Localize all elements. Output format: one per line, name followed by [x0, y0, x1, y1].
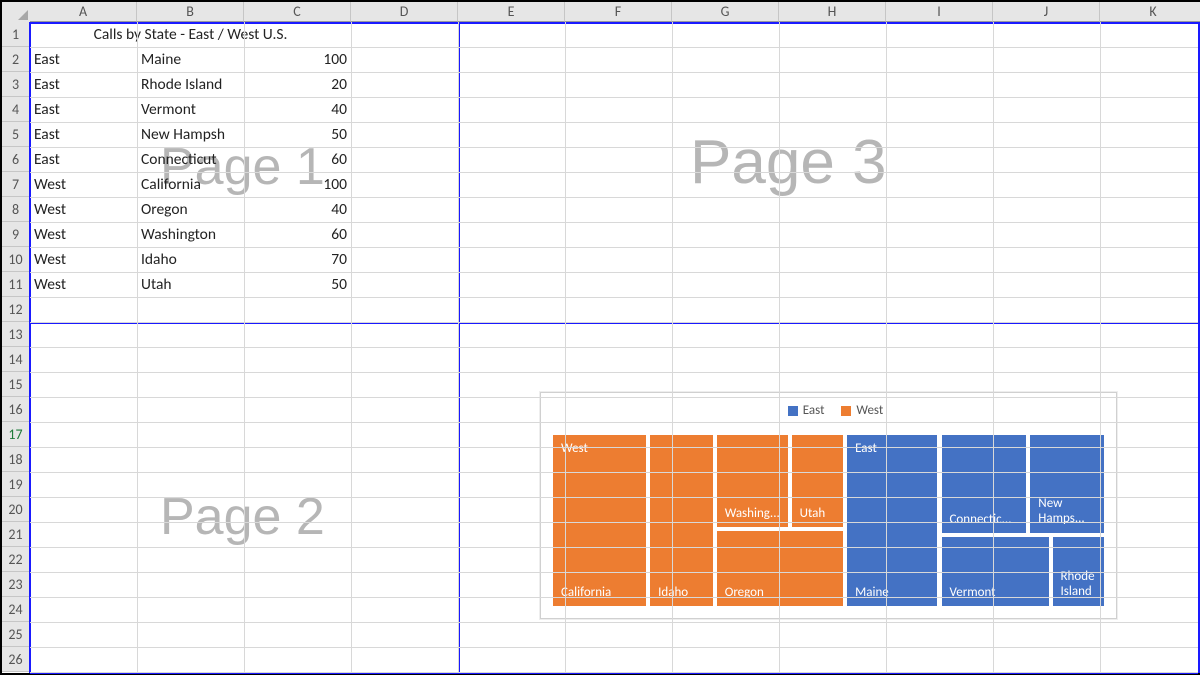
row-header-3[interactable]: 3: [2, 72, 30, 97]
row-header-17[interactable]: 17: [2, 422, 30, 447]
row-header-21[interactable]: 21: [2, 522, 30, 547]
row-header-5[interactable]: 5: [2, 122, 30, 147]
cell-r4-c2[interactable]: 40: [244, 97, 351, 122]
watermark-page2: Page 2: [160, 487, 325, 547]
tile-label-utah: Utah: [800, 506, 826, 521]
cell-r8-c2[interactable]: 40: [244, 197, 351, 222]
tile-connecticut[interactable]: Connectic...: [940, 433, 1029, 535]
legend-label-east: East: [803, 403, 825, 418]
row-header-15[interactable]: 15: [2, 372, 30, 397]
col-header-E[interactable]: E: [458, 2, 565, 22]
tile-label-connecticut: Connectic...: [950, 512, 1021, 527]
row-header-12[interactable]: 12: [2, 297, 30, 322]
row-header-26[interactable]: 26: [2, 647, 30, 672]
row-header-16[interactable]: 16: [2, 397, 30, 422]
row-header-6[interactable]: 6: [2, 147, 30, 172]
cell-r3-c1[interactable]: Rhode Island: [137, 72, 244, 97]
row-header-25[interactable]: 25: [2, 622, 30, 647]
col-header-J[interactable]: J: [993, 2, 1100, 22]
row-header-14[interactable]: 14: [2, 347, 30, 372]
col-header-I[interactable]: I: [886, 2, 993, 22]
cell-r11-c1[interactable]: Utah: [137, 272, 244, 297]
col-header-G[interactable]: G: [672, 2, 779, 22]
chart-legend: East West: [541, 403, 1116, 418]
tile-maine[interactable]: East Maine: [845, 433, 939, 608]
legend-swatch-east: [788, 406, 798, 416]
cell-r5-c1[interactable]: New Hampsh: [137, 122, 244, 147]
watermark-page3: Page 3: [690, 127, 887, 198]
row-header-23[interactable]: 23: [2, 572, 30, 597]
cell-r5-c2[interactable]: 50: [244, 122, 351, 147]
row-header-2[interactable]: 2: [2, 47, 30, 72]
col-header-H[interactable]: H: [779, 2, 886, 22]
cell-r9-c2[interactable]: 60: [244, 222, 351, 247]
cell-r10-c2[interactable]: 70: [244, 247, 351, 272]
row-header-19[interactable]: 19: [2, 472, 30, 497]
treemap-area: West California Idaho Washing... Utah Or…: [551, 433, 1106, 608]
tile-newhamp[interactable]: New Hamps...: [1028, 433, 1106, 535]
legend-label-west: West: [856, 403, 883, 418]
cell-r7-c0[interactable]: West: [30, 172, 137, 197]
cell-r9-c0[interactable]: West: [30, 222, 137, 247]
col-header-A[interactable]: A: [30, 2, 137, 22]
cell-r2-c1[interactable]: Maine: [137, 47, 244, 72]
legend-swatch-west: [841, 406, 851, 416]
cell-r2-c2[interactable]: 100: [244, 47, 351, 72]
row-header-9[interactable]: 9: [2, 222, 30, 247]
row-header-13[interactable]: 13: [2, 322, 30, 347]
cell-r11-c2[interactable]: 50: [244, 272, 351, 297]
col-header-K[interactable]: K: [1100, 2, 1200, 22]
row-header-20[interactable]: 20: [2, 497, 30, 522]
col-header-C[interactable]: C: [244, 2, 351, 22]
row-header-7[interactable]: 7: [2, 172, 30, 197]
row-header-1[interactable]: 1: [2, 22, 30, 47]
row-header-22[interactable]: 22: [2, 547, 30, 572]
cell-r10-c0[interactable]: West: [30, 247, 137, 272]
cell-r10-c1[interactable]: Idaho: [137, 247, 244, 272]
cell-r7-c1[interactable]: California: [137, 172, 244, 197]
treemap-chart[interactable]: East West West California Idaho Washing.…: [540, 392, 1117, 619]
cell-r2-c0[interactable]: East: [30, 47, 137, 72]
row-header-11[interactable]: 11: [2, 272, 30, 297]
col-header-B[interactable]: B: [137, 2, 244, 22]
cell-r3-c0[interactable]: East: [30, 72, 137, 97]
tile-label-rhode: Rhode Island: [1061, 570, 1099, 600]
tile-group-east: East: [855, 441, 877, 456]
row-header-10[interactable]: 10: [2, 247, 30, 272]
cell-r6-c0[interactable]: East: [30, 147, 137, 172]
col-header-F[interactable]: F: [565, 2, 672, 22]
spreadsheet-grid[interactable]: ABCDEFGHIJK 1234567891011121314151617181…: [2, 2, 1198, 673]
cell-r6-c1[interactable]: Connecticut: [137, 147, 244, 172]
cell-r4-c1[interactable]: Vermont: [137, 97, 244, 122]
cell-r8-c1[interactable]: Oregon: [137, 197, 244, 222]
row-header-8[interactable]: 8: [2, 197, 30, 222]
cell-r8-c0[interactable]: West: [30, 197, 137, 222]
cell-r3-c2[interactable]: 20: [244, 72, 351, 97]
cell-r7-c2[interactable]: 100: [244, 172, 351, 197]
row-header-24[interactable]: 24: [2, 597, 30, 622]
cell-r9-c1[interactable]: Washington: [137, 222, 244, 247]
tile-idaho[interactable]: Idaho: [648, 433, 715, 608]
tile-label-washington: Washing...: [725, 506, 780, 521]
pagebreak-top: [30, 22, 1198, 24]
row-header-18[interactable]: 18: [2, 447, 30, 472]
cell-r11-c0[interactable]: West: [30, 272, 137, 297]
cell-title[interactable]: Calls by State - East / West U.S.: [30, 22, 351, 47]
row-header-4[interactable]: 4: [2, 97, 30, 122]
select-all-corner[interactable]: [2, 2, 31, 23]
cell-r4-c0[interactable]: East: [30, 97, 137, 122]
cell-r5-c0[interactable]: East: [30, 122, 137, 147]
col-header-D[interactable]: D: [351, 2, 458, 22]
cell-r6-c2[interactable]: 60: [244, 147, 351, 172]
